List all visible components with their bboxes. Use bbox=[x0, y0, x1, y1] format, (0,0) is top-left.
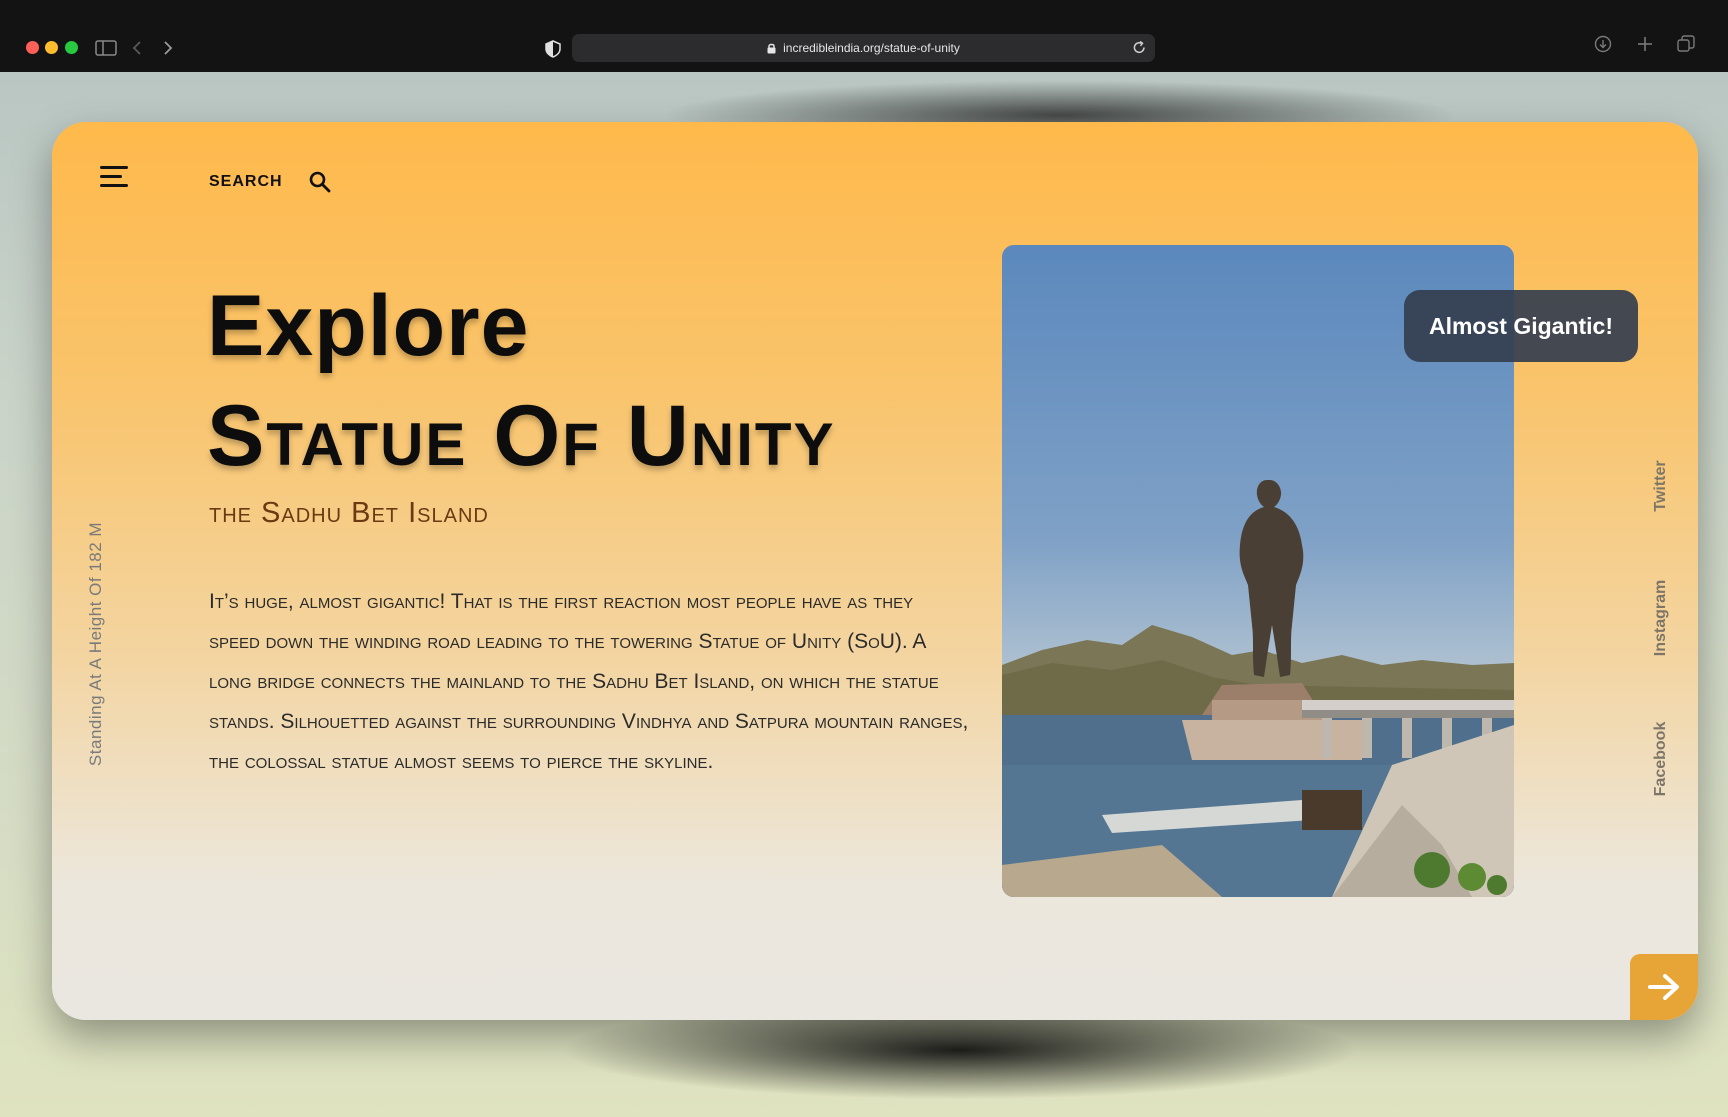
address-bar[interactable]: incredibleindia.org/statue-of-unity bbox=[572, 34, 1155, 62]
sidebar-toggle-icon[interactable] bbox=[95, 40, 117, 56]
menu-icon[interactable] bbox=[100, 166, 130, 190]
lock-icon bbox=[767, 43, 776, 53]
close-window-button[interactable] bbox=[26, 41, 39, 54]
browser-toolbar: incredibleindia.org/statue-of-unity bbox=[0, 0, 1728, 72]
new-tab-icon[interactable] bbox=[1636, 35, 1654, 53]
minimize-window-button[interactable] bbox=[45, 41, 58, 54]
side-caption: Standing At A Height Of 182 M bbox=[86, 521, 105, 767]
search-icon[interactable] bbox=[308, 170, 332, 194]
page-title-line1: Explore bbox=[207, 278, 530, 374]
reload-icon[interactable] bbox=[1132, 40, 1147, 55]
zoom-window-button[interactable] bbox=[65, 41, 78, 54]
back-icon[interactable] bbox=[131, 40, 143, 56]
url-text: incredibleindia.org/statue-of-unity bbox=[783, 41, 960, 55]
page-subtitle: the Sadhu Bet Island bbox=[209, 497, 489, 529]
description-paragraph: It’s huge, almost gigantic! That is the … bbox=[209, 590, 969, 773]
photo-badge: Almost Gigantic! bbox=[1404, 290, 1638, 362]
social-link-twitter[interactable]: Twitter bbox=[1652, 460, 1670, 511]
social-link-facebook[interactable]: Facebook bbox=[1652, 722, 1670, 797]
hero-card: SEARCH Standing At A Height Of 182 M Exp… bbox=[52, 122, 1698, 1020]
shield-icon[interactable] bbox=[545, 40, 561, 58]
download-icon[interactable] bbox=[1594, 35, 1612, 53]
arrow-right-icon bbox=[1648, 974, 1679, 1000]
tab-overview-icon[interactable] bbox=[1677, 35, 1695, 53]
next-button[interactable] bbox=[1630, 954, 1698, 1020]
page-title-line2: Statue Of Unity bbox=[207, 388, 836, 484]
forward-icon[interactable] bbox=[162, 40, 174, 56]
search-label[interactable]: SEARCH bbox=[209, 173, 283, 191]
social-link-instagram[interactable]: Instagram bbox=[1652, 580, 1670, 656]
